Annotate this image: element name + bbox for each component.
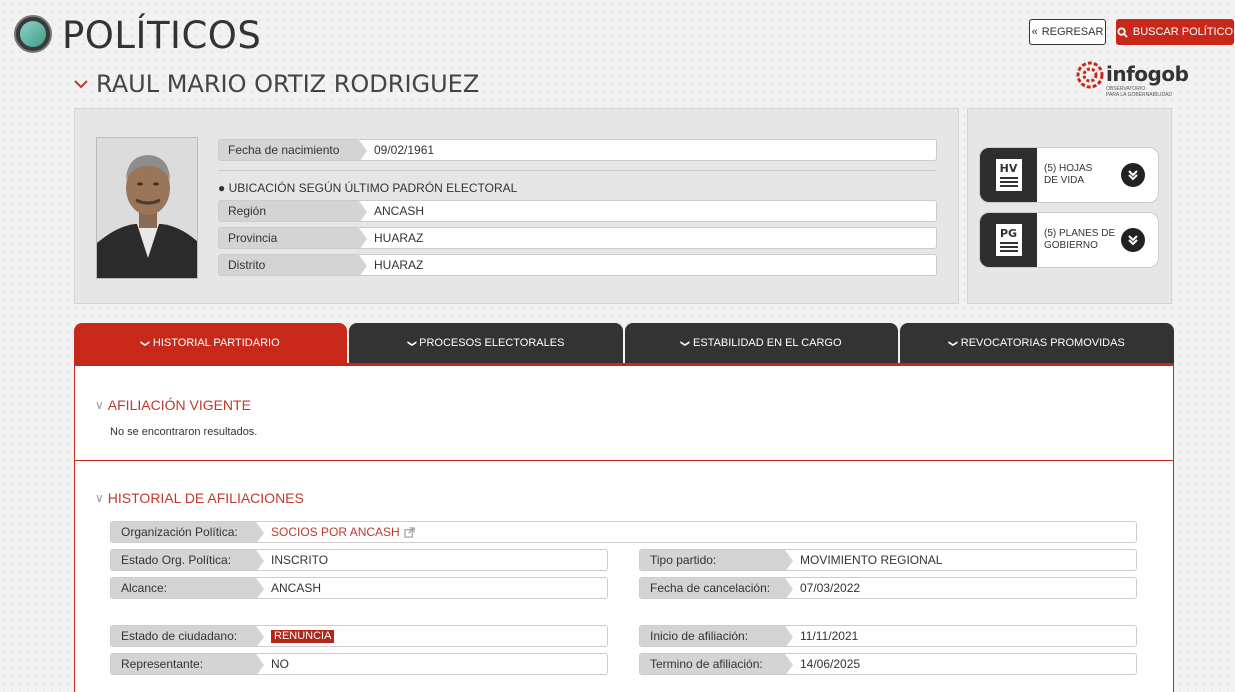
tab-revocatorias-promovidas[interactable]: ❯ REVOCATORIAS PROMOVIDAS [900, 323, 1174, 363]
double-chevron-left-icon: « [1031, 26, 1038, 38]
tab-historial-partidario[interactable]: ❯ HISTORIAL PARTIDARIO [74, 323, 347, 363]
double-chevron-down-icon[interactable] [1121, 228, 1145, 252]
app-logo-icon [14, 15, 52, 53]
tab-estabilidad-en-el-cargo[interactable]: ❯ ESTABILIDAD EN EL CARGO [625, 323, 898, 363]
provincia-field: Provincia HUARAZ [218, 227, 937, 249]
politician-name: RAUL MARIO ORTIZ RODRIGUEZ [96, 70, 480, 98]
chevron-down-icon: ∨ [95, 398, 104, 412]
external-link-icon[interactable] [404, 526, 415, 538]
location-title: ● UBICACIÓN SEGÚN ÚLTIMO PADRÓN ELECTORA… [218, 181, 518, 195]
pg-document-icon: PG [980, 213, 1037, 267]
documents-panel: HV (5) HOJAS DE VIDA PG (5) PLANES DE GO… [967, 108, 1172, 304]
inicio-afiliacion-field: Inicio de afiliación: 11/11/2021 [639, 625, 1137, 647]
tab-procesos-electorales[interactable]: ❯ PROCESOS ELECTORALES [349, 323, 623, 363]
region-field: Región ANCASH [218, 200, 937, 222]
chevron-down-icon: ❯ [406, 339, 417, 347]
chevron-down-icon [74, 80, 88, 89]
org-politica-field: Organización Política: SOCIOS POR ANCASH [110, 521, 1137, 543]
politician-name-row: RAUL MARIO ORTIZ RODRIGUEZ [74, 70, 479, 98]
estado-org-field: Estado Org. Política: INSCRITO [110, 549, 608, 571]
representante-field: Representante: NO [110, 653, 608, 675]
search-icon [1117, 26, 1128, 38]
hojas-de-vida-card[interactable]: HV (5) HOJAS DE VIDA [979, 147, 1159, 203]
divider [218, 170, 937, 171]
planes-de-gobierno-card[interactable]: PG (5) PLANES DE GOBIERNO [979, 212, 1159, 268]
distrito-field: Distrito HUARAZ [218, 254, 937, 276]
tipo-partido-field: Tipo partido: MOVIMIENTO REGIONAL [639, 549, 1137, 571]
estado-ciudadano-field: Estado de ciudadano: RENUNCIA [110, 625, 608, 647]
divider [75, 460, 1173, 461]
status-badge: RENUNCIA [271, 629, 335, 643]
fecha-cancelacion-field: Fecha de cancelación: 07/03/2022 [639, 577, 1137, 599]
termino-afiliacion-field: Termino de afiliación: 14/06/2025 [639, 653, 1137, 675]
map-marker-icon: ● [218, 181, 226, 195]
org-politica-link[interactable]: SOCIOS POR ANCASH [271, 525, 400, 539]
hv-document-icon: HV [980, 148, 1037, 202]
page-title: POLÍTICOS [62, 14, 262, 57]
politician-photo [96, 137, 198, 279]
no-results-text: No se encontraron resultados. [110, 426, 258, 438]
chevron-down-icon: ❯ [140, 339, 151, 347]
chevron-down-icon: ∨ [95, 491, 104, 505]
chevron-down-icon: ❯ [948, 339, 959, 347]
historial-afiliaciones-title[interactable]: ∨ HISTORIAL DE AFILIACIONES [95, 490, 304, 506]
infogob-logo: infogob OBSERVATORIO PARA LA GOBERNABILI… [1076, 60, 1189, 98]
birth-date-field: Fecha de nacimiento 09/02/1961 [218, 139, 937, 161]
chevron-down-icon: ❯ [680, 339, 691, 347]
back-button[interactable]: « REGRESAR [1029, 19, 1106, 45]
afiliacion-vigente-title[interactable]: ∨ AFILIACIÓN VIGENTE [95, 397, 251, 413]
infogob-mark-icon [1076, 61, 1104, 89]
double-chevron-down-icon[interactable] [1121, 163, 1145, 187]
search-politician-button[interactable]: BUSCAR POLÍTICO [1116, 19, 1234, 45]
alcance-field: Alcance: ANCASH [110, 577, 608, 599]
